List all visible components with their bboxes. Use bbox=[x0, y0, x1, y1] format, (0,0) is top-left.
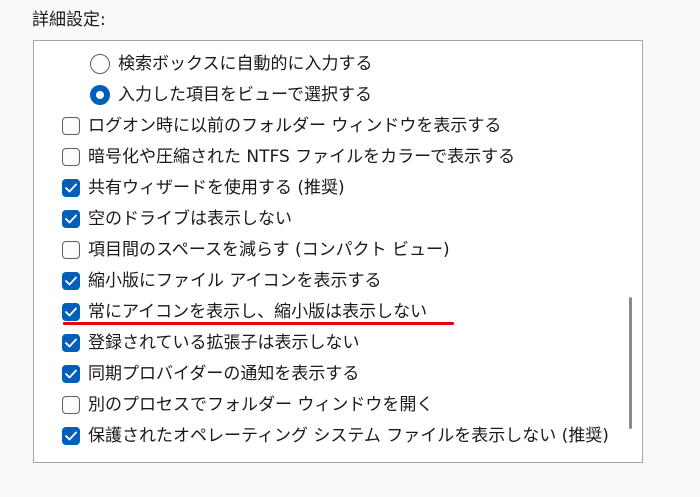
checkmark-icon bbox=[65, 214, 77, 224]
item-label: 保護されたオペレーティング システム ファイルを表示しない (推奨) bbox=[88, 426, 609, 446]
advanced-settings-label: 詳細設定: bbox=[32, 10, 106, 30]
checkbox-checked[interactable] bbox=[62, 334, 80, 352]
checkmark-icon bbox=[65, 307, 77, 317]
item-label: 項目間のスペースを減らす (コンパクト ビュー) bbox=[88, 240, 450, 260]
advanced-settings-list[interactable]: 検索ボックスに自動的に入力する 入力した項目をビューで選択する ログオン時に以前… bbox=[33, 40, 643, 463]
checkbox-compact-view[interactable]: 項目間のスペースを減らす (コンパクト ビュー) bbox=[62, 235, 450, 265]
item-label: 同期プロバイダーの通知を表示する bbox=[88, 364, 360, 384]
checkmark-icon bbox=[65, 338, 77, 348]
item-label: 暗号化や圧縮された NTFS ファイルをカラーで表示する bbox=[88, 147, 516, 167]
radio-button[interactable] bbox=[90, 54, 110, 74]
scrollbar-thumb[interactable] bbox=[629, 297, 632, 429]
checkmark-icon bbox=[65, 276, 77, 286]
checkbox-checked[interactable] bbox=[62, 303, 80, 321]
radio-select-typed-item[interactable]: 入力した項目をビューで選択する bbox=[90, 80, 372, 110]
checkbox-hide-extensions[interactable]: 登録されている拡張子は表示しない bbox=[62, 328, 360, 358]
red-highlight-underline bbox=[63, 322, 454, 325]
checkbox-checked[interactable] bbox=[62, 365, 80, 383]
item-label: 空のドライブは表示しない bbox=[88, 209, 292, 229]
checkbox-sharing-wizard[interactable]: 共有ウィザードを使用する (推奨) bbox=[62, 173, 345, 203]
checkmark-icon bbox=[65, 369, 77, 379]
checkbox[interactable] bbox=[62, 396, 80, 414]
checkbox[interactable] bbox=[62, 241, 80, 259]
checkbox-checked[interactable] bbox=[62, 272, 80, 290]
radio-button-selected[interactable] bbox=[90, 85, 110, 105]
item-label: 検索ボックスに自動的に入力する bbox=[118, 54, 373, 74]
checkbox-restore-folders[interactable]: ログオン時に以前のフォルダー ウィンドウを表示する bbox=[62, 111, 501, 141]
checkbox-hide-protected-os-files[interactable]: 保護されたオペレーティング システム ファイルを表示しない (推奨) bbox=[62, 421, 609, 451]
checkbox[interactable] bbox=[62, 148, 80, 166]
item-label: 共有ウィザードを使用する (推奨) bbox=[88, 178, 345, 198]
checkbox-sync-provider-notifications[interactable]: 同期プロバイダーの通知を表示する bbox=[62, 359, 359, 389]
radio-auto-type-search[interactable]: 検索ボックスに自動的に入力する bbox=[90, 49, 373, 79]
folder-options-advanced-settings: 詳細設定: 検索ボックスに自動的に入力する 入力した項目をビューで選択する ログ… bbox=[0, 0, 700, 497]
checkbox-file-icon-thumbnails[interactable]: 縮小版にファイル アイコンを表示する bbox=[62, 266, 382, 296]
checkbox-checked[interactable] bbox=[62, 210, 80, 228]
item-label: ログオン時に以前のフォルダー ウィンドウを表示する bbox=[88, 116, 502, 136]
checkmark-icon bbox=[65, 183, 77, 193]
item-label: 別のプロセスでフォルダー ウィンドウを開く bbox=[88, 395, 434, 415]
item-label: 入力した項目をビューで選択する bbox=[118, 85, 372, 105]
checkbox-checked[interactable] bbox=[62, 179, 80, 197]
vertical-scrollbar[interactable] bbox=[628, 45, 634, 458]
checkbox-checked[interactable] bbox=[62, 427, 80, 445]
item-label: 登録されている拡張子は表示しない bbox=[88, 333, 360, 353]
checkmark-icon bbox=[65, 431, 77, 441]
checkbox[interactable] bbox=[62, 117, 80, 135]
checkbox-color-ntfs[interactable]: 暗号化や圧縮された NTFS ファイルをカラーで表示する bbox=[62, 142, 515, 172]
item-label: 縮小版にファイル アイコンを表示する bbox=[88, 271, 382, 291]
checkbox-hide-empty-drives[interactable]: 空のドライブは表示しない bbox=[62, 204, 292, 234]
checkbox-separate-process[interactable]: 別のプロセスでフォルダー ウィンドウを開く bbox=[62, 390, 433, 420]
